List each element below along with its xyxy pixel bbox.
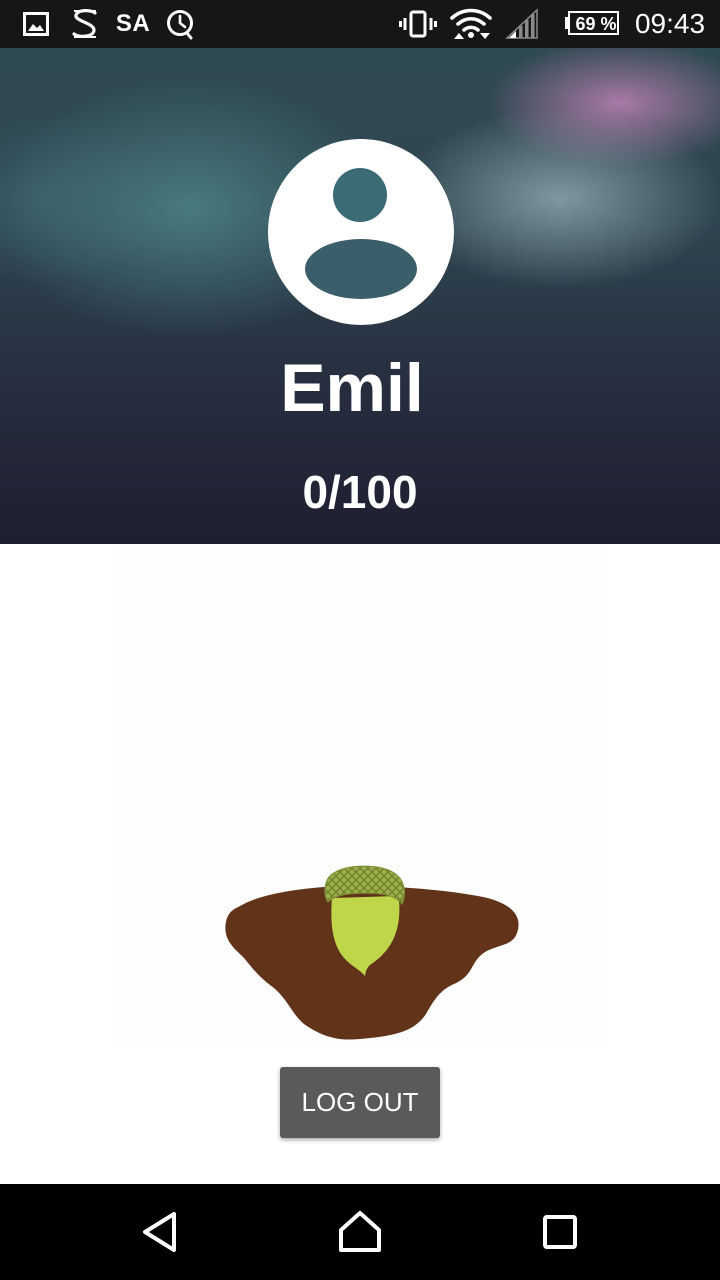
back-button[interactable]	[100, 1184, 220, 1280]
navigation-bar	[0, 1184, 720, 1280]
home-icon	[339, 1211, 381, 1252]
avatar-icon	[268, 139, 454, 325]
status-bar: SA 69 % 09:43	[0, 0, 720, 48]
acorn-illustration	[225, 865, 519, 1040]
back-icon	[143, 1212, 176, 1252]
battery-icon: 69 %	[564, 0, 620, 48]
plant-area	[112, 548, 608, 1048]
home-button[interactable]	[300, 1184, 420, 1280]
logout-button[interactable]: LOG OUT	[280, 1067, 440, 1138]
signal-icon	[502, 0, 542, 48]
wifi-icon	[448, 0, 494, 48]
s-app-icon	[68, 0, 102, 48]
recents-icon	[543, 1215, 577, 1249]
time-label: 09:43	[634, 8, 706, 39]
profile-header: Emil 0/100	[0, 48, 720, 544]
battery-percent: 69 %	[575, 13, 617, 34]
clock: 09:43	[630, 0, 710, 48]
avatar[interactable]	[268, 139, 454, 325]
score-label: 0/100	[302, 466, 418, 518]
gallery-icon	[20, 0, 52, 48]
user-name: Emil	[280, 350, 424, 426]
carrier-text: SA	[112, 0, 154, 48]
recents-button[interactable]	[500, 1184, 620, 1280]
carrier-label: SA	[115, 10, 151, 37]
profile-screen: SA 69 % 09:43 Emil 0/100 LOG OUT	[0, 0, 720, 1280]
vibrate-icon	[398, 0, 438, 48]
alarm-icon	[162, 0, 198, 48]
